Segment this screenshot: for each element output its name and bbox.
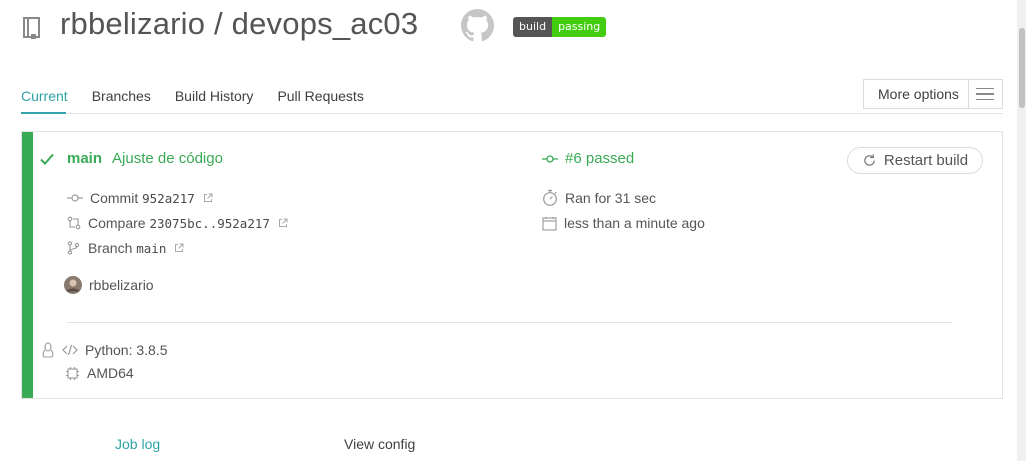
repo-name[interactable]: devops_ac03 [232, 6, 419, 41]
author-row: rbbelizario [64, 276, 154, 294]
calendar-icon [542, 216, 557, 231]
commit-label: Commit [90, 190, 139, 206]
stopwatch-icon [543, 189, 557, 206]
commit-message[interactable]: Ajuste de código [112, 150, 223, 167]
tab-current[interactable]: Current [21, 88, 68, 104]
architecture: AMD64 [87, 365, 134, 381]
avatar[interactable] [64, 276, 82, 294]
compare-range[interactable]: 23075bc..952a217 [149, 216, 269, 231]
restart-build-label[interactable]: Restart build [884, 152, 968, 169]
compare-label: Compare [88, 215, 146, 231]
arch-row: AMD64 [65, 365, 134, 381]
scrollbar-thumb[interactable] [1019, 28, 1025, 108]
build-number-label[interactable]: #6 passed [565, 150, 634, 167]
branch-label: Branch [88, 240, 133, 256]
cpu-icon [66, 366, 79, 380]
check-icon [40, 153, 54, 165]
more-options-label[interactable]: More options [864, 86, 968, 102]
tab-job-log[interactable]: Job log [115, 436, 160, 452]
github-icon[interactable] [461, 9, 494, 42]
build-number-status[interactable]: #6 passed [542, 150, 634, 167]
tab-view-config[interactable]: View config [344, 436, 415, 452]
compare-icon [67, 216, 81, 230]
build-branch-name[interactable]: main [67, 150, 102, 167]
build-duration: Ran for 31 sec [565, 190, 657, 206]
commit-icon [67, 194, 83, 202]
more-options-menu[interactable]: More options [863, 79, 1003, 109]
author-name[interactable]: rbbelizario [89, 277, 154, 293]
repo-tabs: Current Branches Build History Pull Requ… [21, 88, 388, 104]
external-link-icon[interactable] [174, 243, 184, 253]
repo-title[interactable]: rbbelizario / devops_ac03 [60, 6, 418, 42]
tab-pull-requests[interactable]: Pull Requests [277, 88, 363, 104]
commit-row: Commit 952a217 [67, 190, 213, 206]
external-link-icon[interactable] [278, 218, 288, 228]
active-tab-indicator [21, 112, 66, 114]
card-divider [67, 322, 952, 323]
build-card: main Ajuste de código #6 passed Restart … [21, 131, 1003, 399]
code-icon [62, 344, 78, 356]
external-link-icon[interactable] [203, 193, 213, 203]
tab-branches[interactable]: Branches [92, 88, 151, 104]
badge-label: build [513, 17, 553, 37]
tabs-divider [21, 113, 1003, 114]
branch-row: Branch main [67, 240, 184, 256]
duration-row: Ran for 31 sec [542, 189, 656, 207]
build-finished: less than a minute ago [564, 215, 705, 231]
branch-icon [67, 241, 80, 255]
build-branch-message[interactable]: main Ajuste de código [67, 150, 223, 167]
repo-icon [23, 17, 40, 39]
commit-icon [542, 154, 558, 163]
build-status-badge[interactable]: build passing [513, 17, 607, 37]
tab-build-history[interactable]: Build History [175, 88, 254, 104]
restart-icon [864, 154, 875, 166]
finished-row: less than a minute ago [542, 215, 705, 231]
compare-row: Compare 23075bc..952a217 [67, 215, 288, 231]
badge-status: passing [552, 17, 607, 37]
commit-sha[interactable]: 952a217 [142, 191, 195, 206]
branch-ref[interactable]: main [136, 241, 166, 256]
restart-build-button[interactable]: Restart build [847, 147, 983, 174]
linux-icon [42, 342, 54, 358]
title-separator: / [205, 6, 232, 41]
hamburger-icon[interactable] [967, 80, 1002, 108]
language-version: Python: 3.8.5 [85, 342, 168, 358]
repo-owner[interactable]: rbbelizario [60, 6, 205, 41]
build-status-stripe [22, 132, 33, 398]
language-row: Python: 3.8.5 [41, 342, 168, 358]
